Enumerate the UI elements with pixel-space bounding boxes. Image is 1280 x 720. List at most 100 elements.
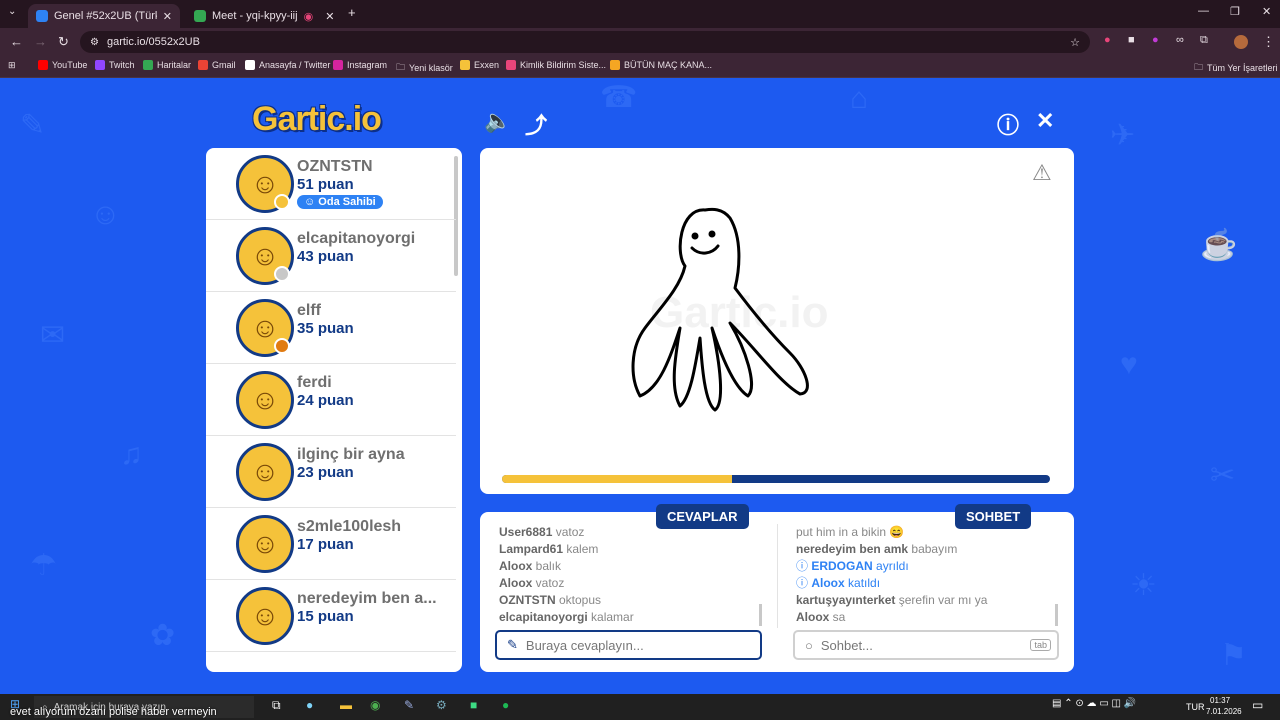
close-game-icon[interactable]: ✕ (1036, 108, 1054, 134)
doodle-icon: ✿ (150, 619, 176, 652)
message-user: OZNTSTN (499, 593, 559, 607)
steam-icon[interactable]: ⚙ (436, 698, 447, 712)
browser-tab-gartic[interactable]: Genel #52x2UB (Türkçe) - Gartic ✕ (28, 4, 180, 28)
app-icon[interactable]: ■ (470, 698, 477, 712)
player-name: neredeyim ben a... (297, 590, 437, 607)
progress-fill (502, 475, 733, 483)
avatar: ☺ (236, 515, 294, 573)
bookmark-exxen[interactable]: Exxen (460, 60, 499, 70)
clock-time[interactable]: 01:37 (1210, 696, 1230, 705)
browser-toolbar: ← → ↻ ⚙ gartic.io/0552x2UB ☆ ● ■ ● ∞ ⧉ ⋮ (0, 28, 1280, 56)
message-user: neredeyim ben amk (796, 542, 912, 556)
bookmark-folder[interactable]: 🗀 Yeni klasör (396, 60, 453, 76)
bookmark-twitch[interactable]: Twitch (95, 60, 135, 70)
player-row[interactable]: ☺ s2mle100lesh 17 puan (206, 508, 456, 580)
list-item: Aloox vatoz (499, 575, 759, 592)
app-icon[interactable]: ● (306, 698, 313, 712)
sound-icon[interactable]: 🔈 (484, 108, 511, 134)
player-row[interactable]: ☺ ilginç bir ayna 23 puan (206, 436, 456, 508)
language-indicator[interactable]: TUR (1186, 702, 1205, 712)
message-user: Lampard61 (499, 542, 567, 556)
close-tab-icon[interactable]: ✕ (325, 10, 334, 23)
avatar: ☺ (236, 443, 294, 501)
close-tab-icon[interactable]: ✕ (163, 10, 172, 23)
pencil-icon: ✎ (507, 637, 518, 652)
info-icon[interactable]: ⓘ (997, 108, 1019, 140)
recording-icon: ◉ (303, 10, 314, 23)
address-bar[interactable]: ⚙ gartic.io/0552x2UB ☆ (80, 31, 1090, 53)
bookmark-label: Twitch (109, 60, 135, 70)
extension-icon[interactable]: ∞ (1176, 34, 1184, 46)
chrome-icon[interactable]: ◉ (370, 698, 380, 712)
player-name: elff (297, 302, 321, 319)
bookmark-label: YouTube (52, 60, 88, 70)
minimize-icon[interactable]: — (1198, 5, 1209, 17)
tab-key-hint: tab (1030, 639, 1051, 651)
spotify-icon[interactable]: ● (502, 698, 509, 712)
apps-grid-icon[interactable]: ⊞ (8, 60, 16, 71)
message-text: kalamar (591, 610, 634, 624)
extension-icon[interactable]: ■ (1128, 34, 1135, 46)
browser-tab-meet[interactable]: Meet - yqi-kpyy-iij ◉ ✕ (186, 4, 338, 28)
player-row[interactable]: ☺ elcapitanoyorgi 43 puan (206, 220, 456, 292)
message-text: kalem (566, 542, 599, 556)
answers-chat-panel: CEVAPLAR SOHBET User6881 vatoz Lampard61 … (480, 504, 1074, 672)
player-row[interactable]: ☺ OZNTSTN 51 puan ☺ Oda Sahibi (206, 148, 456, 220)
drawing-canvas[interactable]: ⚠ Gartic.io (480, 148, 1074, 494)
clock-date[interactable]: 7.01.2026 (1206, 707, 1242, 716)
info-icon: ⓘ (796, 576, 812, 590)
menu-kebab-icon[interactable]: ⋮ (1262, 34, 1275, 50)
octopus-drawing (631, 207, 809, 412)
player-row[interactable]: ☺ neredeyim ben a... 15 puan (206, 580, 456, 652)
new-tab-icon[interactable]: + (348, 5, 356, 20)
jp-icon (610, 60, 620, 70)
twitch-icon (95, 60, 105, 70)
tab-title: Genel #52x2UB (Türkçe) - Gartic (54, 10, 157, 22)
chat-scrollbar[interactable] (1055, 604, 1058, 626)
status-dot (274, 338, 290, 354)
bookmark-label: Kimlik Bildirim Siste... (520, 60, 607, 70)
share-icon[interactable]: ⤴ (525, 108, 547, 140)
bookmark-instagram[interactable]: Instagram (333, 60, 387, 70)
bookmark-star-icon[interactable]: ☆ (1070, 36, 1080, 49)
doodle-icon: ☕ (1200, 229, 1238, 262)
bookmark-macs[interactable]: BÜTÜN MAÇ KANA... (610, 60, 712, 70)
forward-icon[interactable]: → (34, 34, 47, 49)
bookmark-maps[interactable]: Haritalar (143, 60, 191, 70)
back-icon[interactable]: ← (10, 34, 23, 49)
file-explorer-icon[interactable]: ▬ (340, 698, 352, 712)
tab-search-icon[interactable]: ⌄ (8, 6, 16, 17)
bookmark-youtube[interactable]: YouTube (38, 60, 87, 70)
extension-icon[interactable]: ● (1104, 34, 1111, 46)
message-text: şerefin var mı ya (898, 593, 988, 607)
answers-scrollbar[interactable] (759, 604, 762, 626)
profile-avatar[interactable] (1234, 35, 1248, 49)
doodle-icon: ✂ (1210, 459, 1236, 492)
folder-icon: 🗀 (1194, 62, 1204, 72)
chat-input[interactable]: ○ Sohbet... tab (793, 630, 1059, 660)
bookmark-gmail[interactable]: Gmail (198, 60, 236, 70)
close-window-icon[interactable]: ✕ (1262, 5, 1271, 18)
task-view-icon[interactable]: ⧉ (272, 698, 281, 713)
all-bookmarks[interactable]: 🗀 Tüm Yer İşaretleri (1194, 60, 1278, 76)
player-row[interactable]: ☺ ferdi 24 puan (206, 364, 456, 436)
site-info-icon[interactable]: ⚙ (90, 37, 99, 48)
player-row[interactable]: ☺ elff 35 puan (206, 292, 456, 364)
reload-icon[interactable]: ↻ (58, 34, 69, 50)
player-score: 24 puan (297, 392, 354, 409)
tray-icons[interactable]: ▤ ⌃ ⊙ ☁ ▭ ◫ 🔊 (1052, 698, 1136, 709)
bookmark-twitter[interactable]: Anasayfa / Twitter (245, 60, 330, 70)
app-icon[interactable]: ✎ (404, 698, 414, 712)
restore-icon[interactable]: ❐ (1230, 5, 1240, 18)
bookmark-kimlik[interactable]: Kimlik Bildirim Siste... (506, 60, 606, 70)
doodle-icon: ✎ (20, 109, 46, 142)
extensions-puzzle-icon[interactable]: ⧉ (1200, 34, 1208, 47)
doodle-icon: ✉ (40, 319, 66, 352)
list-item: Aloox sa (796, 609, 1056, 626)
notifications-icon[interactable]: ▭ (1252, 698, 1263, 712)
extension-icon[interactable]: ● (1152, 34, 1159, 46)
bookmark-label: Tüm Yer İşaretleri (1207, 63, 1278, 73)
message-text: vatoz (535, 576, 565, 590)
bookmark-label: Anasayfa / Twitter (259, 60, 331, 70)
answer-input[interactable]: ✎ Buraya cevaplayın... (495, 630, 762, 660)
